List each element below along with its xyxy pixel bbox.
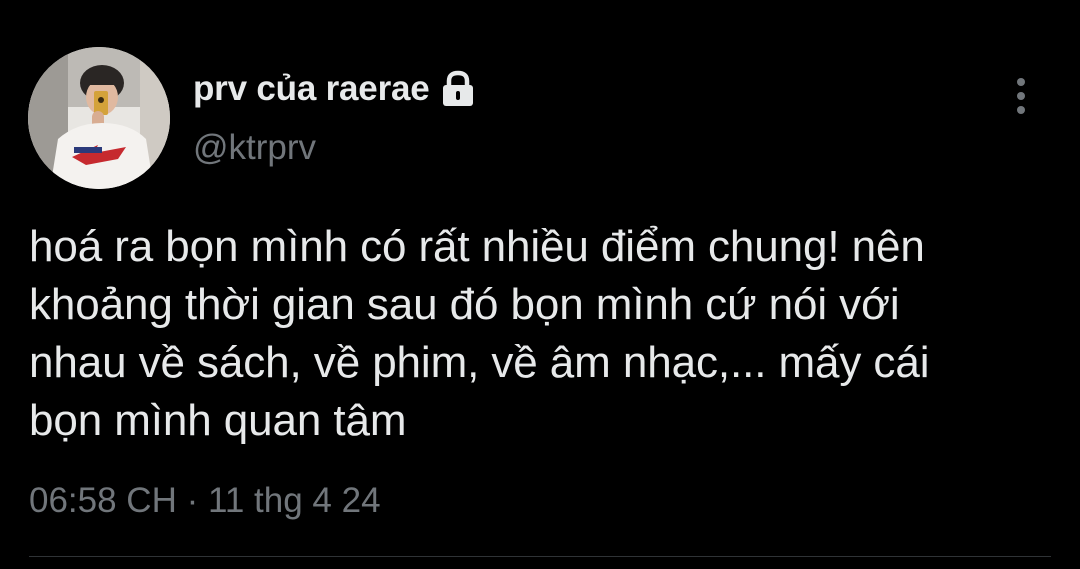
divider [29, 556, 1051, 557]
lock-icon [440, 70, 476, 108]
handle[interactable]: @ktrprv [193, 128, 316, 168]
more-vertical-icon-dot [1017, 92, 1025, 100]
separator-dot: · [176, 481, 208, 520]
more-vertical-icon [1017, 78, 1025, 86]
more-options-button[interactable] [1004, 76, 1038, 116]
tweet-timestamp[interactable]: 06:58 CH · 11 thg 4 24 [29, 481, 381, 521]
avatar-photo [28, 47, 170, 189]
display-name[interactable]: prv của raerae [193, 69, 430, 109]
tweet: prv của raerae @ktrprv hoá ra bọn mình c… [0, 0, 1080, 569]
more-vertical-icon-dot [1017, 106, 1025, 114]
display-name-row: prv của raerae [193, 64, 476, 114]
tweet-text: hoá ra bọn mình có rất nhiều điểm chung!… [29, 222, 930, 445]
avatar[interactable] [28, 47, 170, 189]
tweet-date: 11 thg 4 24 [207, 481, 381, 520]
tweet-time: 06:58 CH [29, 481, 177, 520]
